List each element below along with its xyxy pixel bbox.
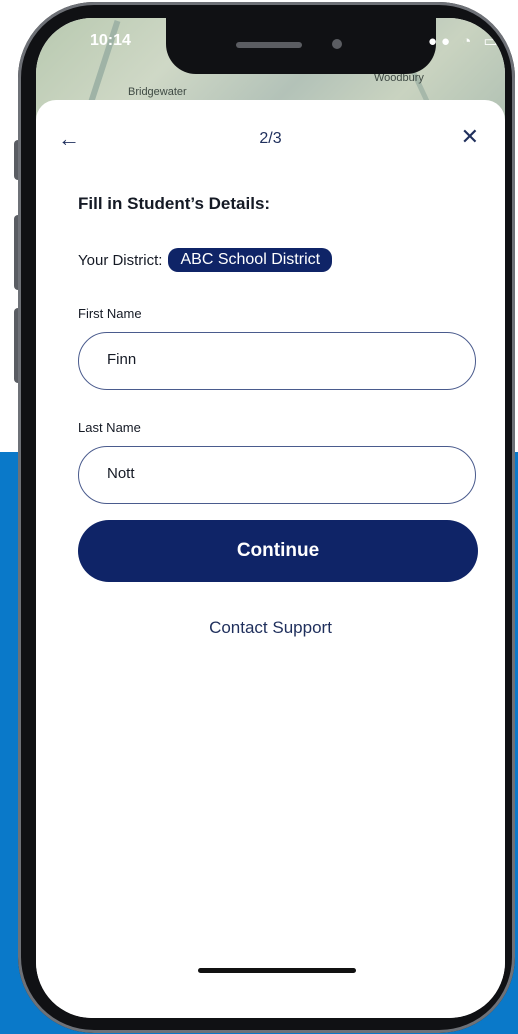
notch [166,18,436,74]
continue-button[interactable]: Continue [78,520,478,582]
front-camera [332,39,342,49]
status-icons: ●● ◔ ▭ [428,33,502,50]
last-name-field[interactable]: Nott [78,446,476,504]
last-name-label: Last Name [78,420,141,435]
first-name-label: First Name [78,306,142,321]
form-heading: Fill in Student’s Details: [78,194,271,213]
status-time: 10:14 [90,32,131,49]
last-name-value: Nott [107,465,135,482]
phone-screen: Bridgewater Woodbury 10:14 ●● ◔ ▭ ← 2/3 … [36,18,505,1018]
district-row: Your District: ABC School District [78,246,333,274]
sheet-header: ← 2/3 ✕ [36,100,505,176]
first-name-field[interactable]: Finn [78,332,476,390]
step-indicator: 2/3 [259,130,282,147]
first-name-value: Finn [107,351,137,368]
district-label: Your District: [78,251,163,269]
district-badge: ABC School District [168,248,333,272]
speaker-grille [236,42,302,48]
contact-support-link[interactable]: Contact Support [36,618,505,638]
close-icon[interactable]: ✕ [461,124,479,150]
home-indicator [198,968,356,973]
map-label-bridgewater: Bridgewater [128,86,187,98]
student-details-sheet: ← 2/3 ✕ Fill in Student’s Details: Your … [36,100,505,1018]
